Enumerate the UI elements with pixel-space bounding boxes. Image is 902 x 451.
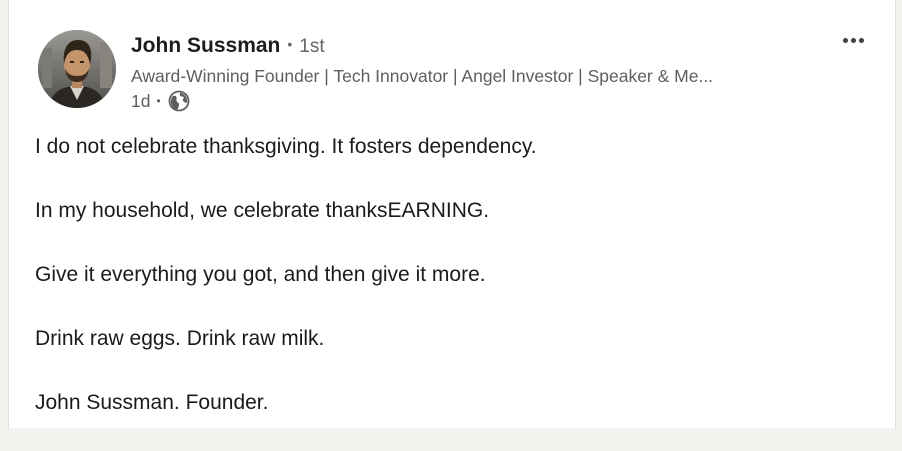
post-body: I do not celebrate thanksgiving. It fost… xyxy=(35,131,875,451)
author-headline: Award-Winning Founder | Tech Innovator |… xyxy=(131,66,714,86)
connection-degree: 1st xyxy=(299,36,325,57)
post-card: John Sussman • 1st Award-Winning Founder… xyxy=(8,0,896,428)
more-options-button[interactable] xyxy=(837,28,869,52)
more-horizontal-icon-dot xyxy=(850,37,856,43)
post-text-line: In my household, we celebrate thanksEARN… xyxy=(35,199,490,222)
post-text-line: Drink raw eggs. Drink raw milk. xyxy=(35,327,325,350)
post-text-line: Give it everything you got, and then giv… xyxy=(35,263,486,286)
separator-dot: • xyxy=(156,94,161,108)
avatar-photo xyxy=(38,30,116,108)
author-avatar[interactable] xyxy=(38,30,116,108)
globe-icon xyxy=(168,90,190,112)
more-horizontal-icon-dot xyxy=(842,37,848,43)
separator-dot: • xyxy=(287,36,293,52)
author-name[interactable]: John Sussman xyxy=(131,34,280,58)
post-timestamp: 1d xyxy=(131,90,151,111)
post-text-line: John Sussman. Founder. xyxy=(35,391,269,414)
author-name-line: John Sussman • 1st xyxy=(131,34,821,60)
post-text-line: I do not celebrate thanksgiving. It fost… xyxy=(35,135,537,158)
more-horizontal-icon-dot xyxy=(858,37,864,43)
post-meta: 1d • xyxy=(131,89,821,113)
post-header: John Sussman • 1st Award-Winning Founder… xyxy=(131,34,821,113)
